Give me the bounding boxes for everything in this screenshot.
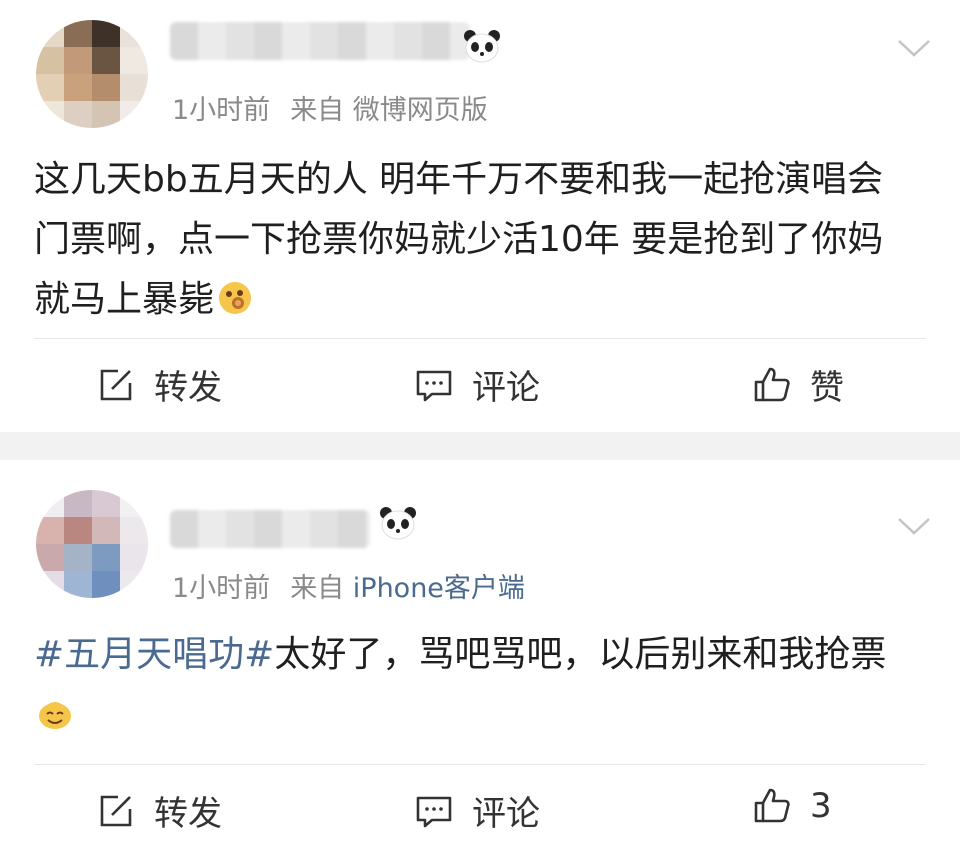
repost-button[interactable]: 转发 — [96, 786, 222, 835]
comment-label: 评论 — [472, 368, 540, 408]
panda-icon — [464, 30, 500, 63]
post-source-link[interactable]: iPhone客户端 — [353, 573, 525, 604]
post-separator — [0, 432, 960, 460]
panda-icon — [380, 507, 416, 540]
post-text: 这几天bb五月天的人 明年千万不要和我一起抢演唱会门票啊，点一下抢票你妈就少活1… — [34, 159, 884, 320]
post-time: 1小时前 — [172, 573, 271, 604]
avatar[interactable] — [36, 490, 148, 598]
post-meta: 1小时前 来自 微博网页版 — [172, 88, 488, 127]
comment-icon — [416, 370, 452, 401]
like-count: 3 — [810, 786, 832, 826]
emoji-icon — [219, 282, 252, 314]
like-button[interactable]: 赞 — [752, 360, 844, 409]
comment-button[interactable]: 评论 — [414, 786, 540, 835]
comment-button[interactable]: 评论 — [414, 360, 540, 409]
username[interactable] — [170, 510, 370, 548]
divider — [34, 338, 926, 339]
post-text: 太好了，骂吧骂吧，以后别来和我抢票 — [274, 634, 887, 675]
post-time: 1小时前 — [172, 95, 271, 126]
username[interactable] — [170, 22, 470, 60]
thumbs-up-icon — [754, 788, 790, 823]
hashtag-link[interactable]: #五月天唱功# — [34, 634, 274, 675]
emoji-icon — [39, 702, 71, 729]
chevron-down-icon[interactable] — [896, 514, 932, 538]
repost-icon — [100, 795, 132, 826]
post-from: 来自 — [290, 573, 345, 604]
post-content: #五月天唱功#太好了，骂吧骂吧，以后别来和我抢票 — [34, 625, 914, 745]
weibo-post: 1小时前 来自 微博网页版 这几天bb五月天的人 明年千万不要和我一起抢演唱会门票… — [0, 0, 960, 432]
repost-icon — [100, 369, 132, 400]
thumbs-up-icon — [754, 367, 790, 401]
post-meta: 1小时前 来自 iPhone客户端 — [172, 566, 525, 605]
like-label: 赞 — [810, 368, 844, 408]
comment-icon — [416, 796, 452, 827]
repost-button[interactable]: 转发 — [96, 360, 222, 409]
post-source: 微博网页版 — [352, 95, 488, 126]
avatar[interactable] — [36, 20, 148, 128]
chevron-down-icon[interactable] — [896, 36, 932, 60]
like-button[interactable]: 3 — [752, 786, 832, 826]
repost-label: 转发 — [154, 368, 222, 408]
post-from: 来自 — [290, 95, 345, 126]
post-content: 这几天bb五月天的人 明年千万不要和我一起抢演唱会门票啊，点一下抢票你妈就少活1… — [34, 150, 914, 330]
comment-label: 评论 — [472, 794, 540, 834]
repost-label: 转发 — [154, 794, 222, 834]
divider — [34, 764, 926, 765]
weibo-post: 1小时前 来自 iPhone客户端 #五月天唱功#太好了，骂吧骂吧，以后别来和我抢… — [0, 460, 960, 852]
